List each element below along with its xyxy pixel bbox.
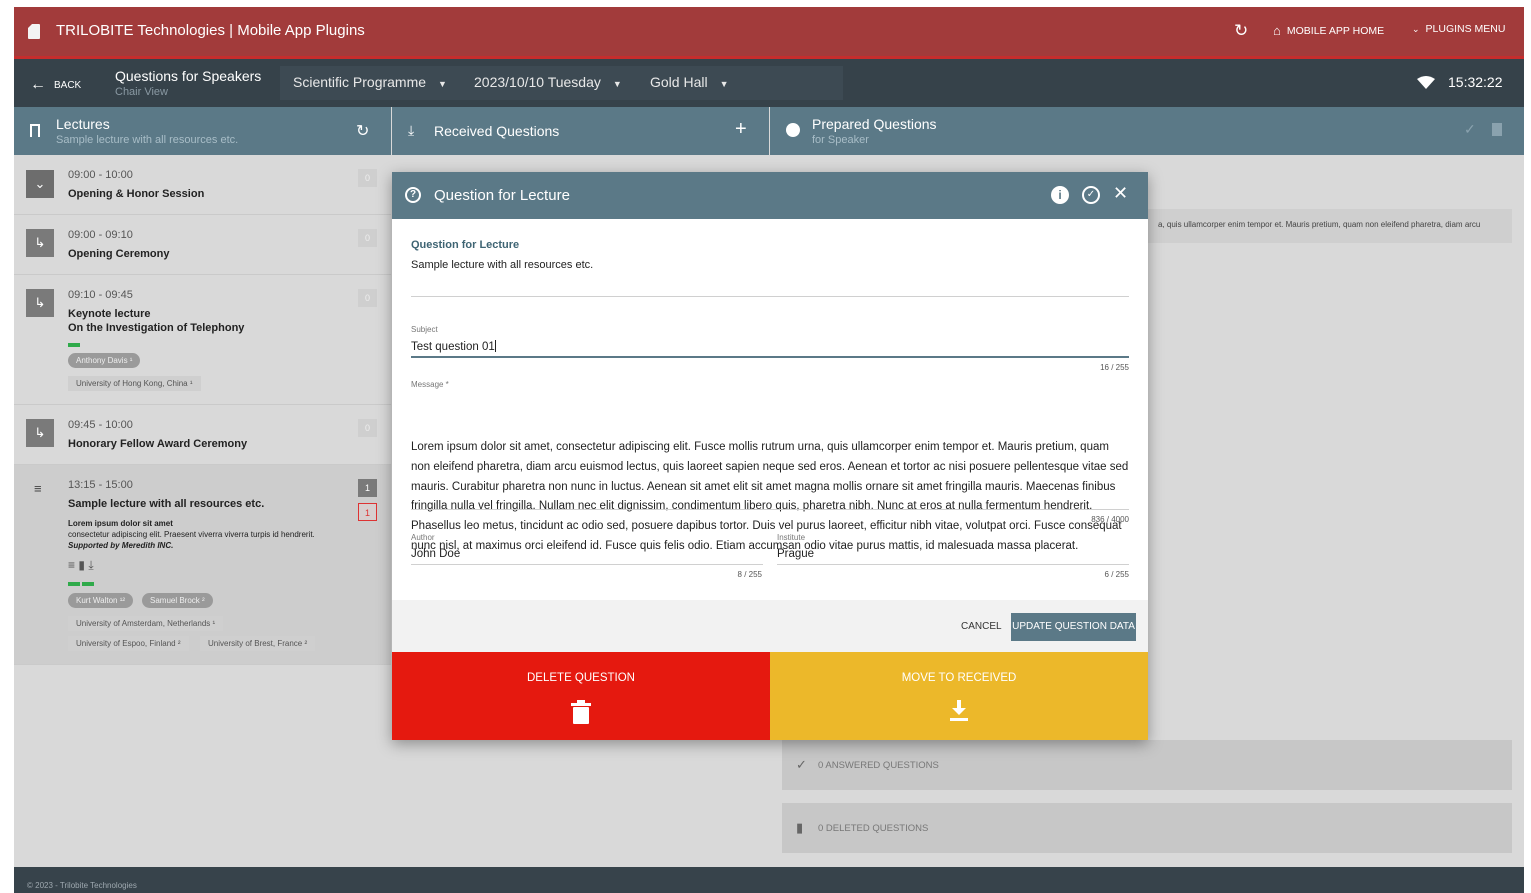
info-icon[interactable]: i [1051,186,1069,204]
message-underline [411,509,1129,510]
download-icon [950,700,968,721]
modal-actions: CANCEL UPDATE QUESTION DATA [392,600,1148,652]
update-question-button[interactable]: UPDATE QUESTION DATA [1011,613,1136,641]
author-count: 8 / 255 [737,570,762,579]
message-textarea[interactable]: Lorem ipsum dolor sit amet, consectetur … [411,438,1131,557]
question-modal: ? Question for Lecture i ✓ ✕ Question fo… [392,172,1148,740]
institute-label: Institute [777,533,806,542]
move-to-received-button[interactable]: MOVE TO RECEIVED [770,652,1148,740]
text-cursor [494,340,496,352]
author-label: Author [411,533,435,542]
delete-question-label: DELETE QUESTION [527,672,635,684]
close-icon[interactable]: ✕ [1113,183,1128,204]
message-count: 836 / 4000 [1091,515,1129,524]
modal-header: ? Question for Lecture i ✓ ✕ [392,172,1148,219]
help-circle-icon: ? [405,187,421,203]
institute-underline [777,564,1129,565]
message-label: Message * [411,380,449,389]
check-circle-icon[interactable]: ✓ [1082,186,1100,204]
author-input[interactable]: John Doe [411,548,460,560]
trash-icon [571,700,591,724]
institute-input[interactable]: Prague [777,548,814,560]
modal-title: Question for Lecture [434,187,570,204]
institute-count: 6 / 255 [1104,570,1129,579]
app-window: TRILOBITE Technologies | Mobile App Plug… [14,7,1524,893]
subject-input[interactable]: Test question 01 [411,340,496,353]
subject-value: Test question 01 [411,341,495,353]
divider [411,296,1129,297]
subject-label: Subject [411,325,438,334]
section-title: Question for Lecture [411,239,520,251]
subject-underline [411,356,1129,358]
modal-body: Question for Lecture Sample lecture with… [392,219,1148,600]
cancel-button[interactable]: CANCEL [961,621,1002,632]
delete-question-button[interactable]: DELETE QUESTION [392,652,770,740]
move-to-received-label: MOVE TO RECEIVED [901,672,1017,684]
section-lecture: Sample lecture with all resources etc. [411,259,594,271]
author-underline [411,564,763,565]
subject-count: 16 / 255 [1100,363,1129,372]
